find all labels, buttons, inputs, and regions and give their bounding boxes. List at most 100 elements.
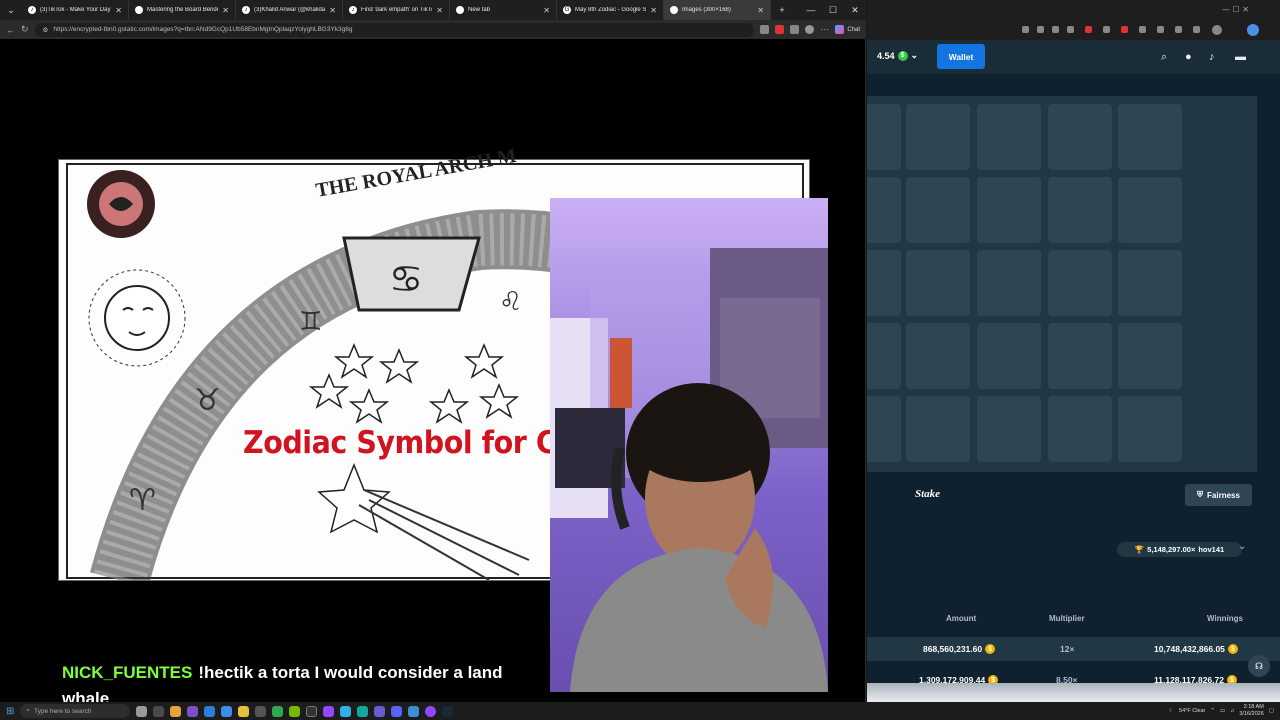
close-tab-icon[interactable]: ✕ — [329, 6, 336, 15]
tab-khalid[interactable]: ♪(3)Khalid Anwar (@khalidan...✕ — [236, 0, 343, 20]
grid-tile[interactable] — [1118, 396, 1182, 462]
profile-avatar[interactable] — [805, 25, 815, 34]
grid-tile[interactable] — [1118, 250, 1182, 316]
close-tab-icon[interactable]: ✕ — [115, 6, 122, 15]
search-icon: ⌕ — [26, 707, 31, 714]
app-icon[interactable] — [153, 705, 165, 717]
grid-tile[interactable] — [1048, 250, 1112, 316]
app-icon[interactable] — [374, 705, 386, 717]
taskbar-search[interactable]: ⌕ Type here to search — [20, 704, 131, 718]
close-tab-icon[interactable]: ✕ — [650, 6, 657, 15]
extension-icon[interactable] — [760, 25, 770, 34]
search-icon[interactable]: ⌕ — [1161, 51, 1167, 64]
grid-tile[interactable] — [1048, 396, 1112, 462]
app-icon[interactable] — [408, 705, 420, 717]
app-icon[interactable] — [187, 705, 199, 717]
nvidia-icon[interactable] — [289, 705, 301, 717]
chat-icon[interactable]: ▬ — [1235, 51, 1246, 63]
close-tab-icon[interactable]: ✕ — [757, 6, 764, 15]
tab-new-tab[interactable]: New tab ✕ — [450, 0, 557, 20]
user-icon[interactable]: ● — [1185, 51, 1192, 63]
grid-tile[interactable] — [906, 323, 970, 389]
steam-icon[interactable] — [442, 705, 454, 717]
task-view-icon[interactable] — [136, 705, 148, 717]
chat-button[interactable]: Chat — [835, 25, 860, 34]
tab-dark-empath[interactable]: ♪ Find 'dark empath' on TikTo... ✕ — [343, 0, 450, 20]
tab-images[interactable]: Images (300×168) ✕ — [664, 0, 771, 20]
chrome-icon[interactable] — [170, 705, 182, 717]
grid-tile[interactable] — [867, 323, 901, 389]
app-icon[interactable] — [357, 705, 369, 717]
close-tab-icon[interactable]: ✕ — [543, 6, 550, 15]
grid-tile[interactable] — [1118, 104, 1182, 170]
app-icon[interactable] — [306, 705, 318, 717]
grid-tile[interactable] — [1048, 323, 1112, 389]
chevron-down-icon[interactable]: ⌄ — [1238, 541, 1246, 552]
grid-tile[interactable] — [1048, 104, 1112, 170]
bell-icon[interactable]: ♪ — [1209, 51, 1215, 63]
grid-tile[interactable] — [977, 323, 1041, 389]
fairness-button[interactable]: ⛨ Fairness — [1185, 484, 1252, 506]
app-icon[interactable] — [340, 705, 352, 717]
live-support-button[interactable]: ☊ — [1248, 655, 1270, 677]
app-icon[interactable] — [272, 705, 284, 717]
grid-tile[interactable] — [867, 104, 901, 170]
grid-tile[interactable] — [867, 396, 901, 462]
grid-tile[interactable] — [1118, 177, 1182, 243]
network-icon[interactable]: ▭ — [1220, 708, 1225, 714]
volume-icon[interactable]: ♫ — [1230, 708, 1234, 714]
grid-tile[interactable] — [906, 250, 970, 316]
balance-selector[interactable]: 4.54 $ ⌄ — [877, 50, 918, 61]
grid-tile[interactable] — [906, 396, 970, 462]
tray-chevron-icon[interactable]: ⌃ — [1210, 708, 1215, 714]
mail-icon[interactable] — [221, 705, 233, 717]
table-row[interactable]: 868,560,231.60 $ 12× 10,748,432,866.05 $ — [867, 637, 1280, 661]
grid-tile[interactable] — [977, 177, 1041, 243]
extension-icon[interactable] — [790, 25, 800, 34]
site-info-icon[interactable]: ⚙ — [43, 26, 49, 34]
tab-tiktok[interactable]: ♪ (3)TikTok - Make Your Day ✕ — [22, 0, 129, 20]
sun-icon — [88, 269, 186, 367]
tab-board-bender[interactable]: Mastering the Board Bender ✕ — [129, 0, 236, 20]
page-icon — [135, 6, 143, 14]
menu-icon[interactable]: ⋯ — [820, 24, 829, 35]
discord-icon[interactable] — [391, 705, 403, 717]
grid-tile[interactable] — [977, 396, 1041, 462]
app-icon[interactable] — [255, 705, 267, 717]
close-tab-icon[interactable]: ✕ — [222, 6, 229, 15]
browser-window: ⌄ ♪ (3)TikTok - Make Your Day ✕ Mastering … — [0, 0, 866, 708]
grid-tile[interactable] — [867, 250, 901, 316]
tab-google-search[interactable]: GMay 8th Zodiac - Google Se...✕ — [557, 0, 664, 20]
notifications-icon[interactable]: ▢ — [1269, 708, 1274, 714]
close-tab-icon[interactable]: ✕ — [436, 6, 443, 15]
url-field[interactable]: ⚙ https://encrypted-tbn0.gstatic.com/ima… — [34, 22, 755, 37]
grid-tile[interactable] — [906, 177, 970, 243]
grid-tile[interactable] — [1048, 177, 1112, 243]
twitch-icon[interactable] — [323, 705, 335, 717]
svg-text:♌: ♌ — [499, 287, 522, 317]
obs-icon[interactable] — [425, 705, 437, 717]
minimize-button[interactable]: — — [800, 5, 822, 15]
grid-tile[interactable] — [1118, 323, 1182, 389]
wallet-button[interactable]: Wallet — [937, 44, 985, 69]
grid-tile[interactable] — [906, 104, 970, 170]
globe-icon — [670, 6, 678, 14]
chevron-down-icon: ⌄ — [910, 50, 919, 60]
grid-tile[interactable] — [867, 177, 901, 243]
tab-list-icon[interactable]: ⌄ — [0, 5, 22, 16]
new-tab-button[interactable]: + — [771, 5, 793, 15]
clock[interactable]: 2:18 AM 3/16/2026 — [1239, 704, 1263, 718]
reload-icon[interactable]: ↻ — [21, 24, 29, 35]
windows-start-icon[interactable]: ⊞ — [6, 706, 14, 717]
grid-tile[interactable] — [977, 250, 1041, 316]
close-window-button[interactable]: ✕ — [844, 5, 866, 16]
extension-icon[interactable] — [775, 25, 785, 34]
svg-text:♉: ♉ — [194, 383, 221, 418]
zodiac-caption: Zodiac Symbol for Can — [243, 425, 595, 461]
maximize-button[interactable]: ☐ — [822, 5, 844, 16]
leaderboard-badge[interactable]: 🏆 5,148,297.00× hov141 — [1117, 542, 1242, 557]
grid-tile[interactable] — [977, 104, 1041, 170]
folder-icon[interactable] — [238, 705, 250, 717]
back-icon[interactable]: ← — [6, 25, 15, 35]
edge-icon[interactable] — [204, 705, 216, 717]
